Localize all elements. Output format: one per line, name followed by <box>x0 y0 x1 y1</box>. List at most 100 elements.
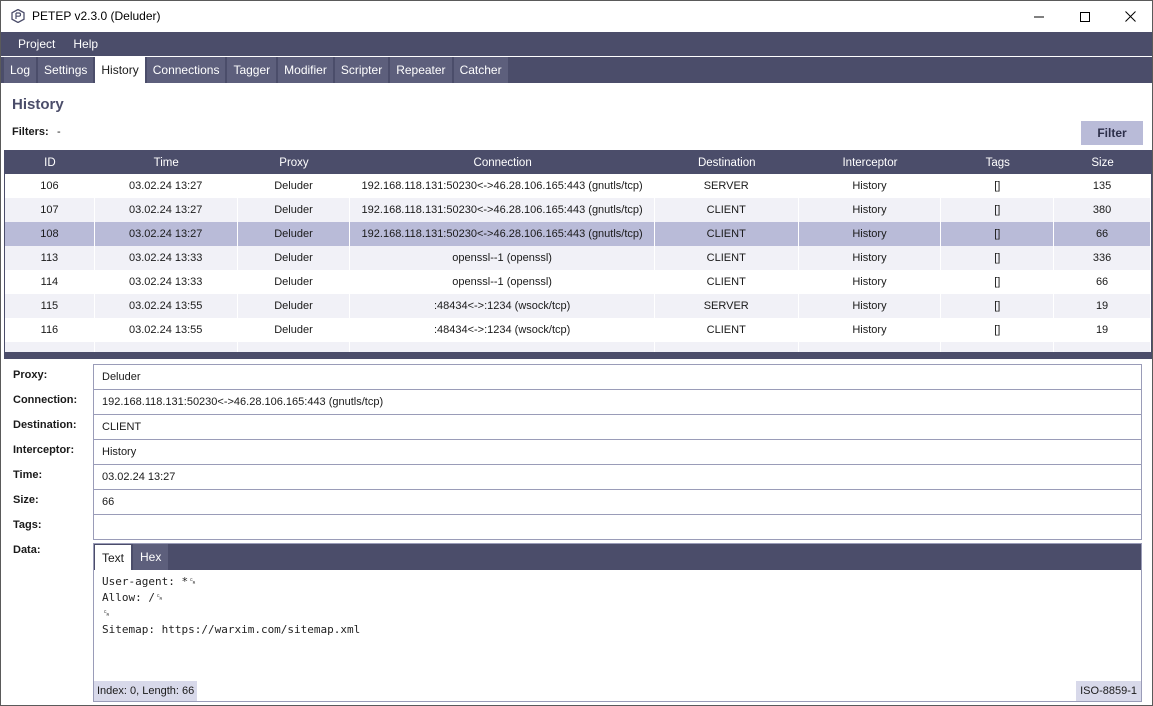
tab-catcher[interactable]: Catcher <box>453 57 508 83</box>
cell-connection: openssl--1 (openssl) <box>350 246 655 270</box>
cell-time: 03.02.24 13:33 <box>95 270 238 294</box>
cell-interceptor: History <box>799 270 942 294</box>
cell-size: 135 <box>1054 174 1151 198</box>
time-field[interactable]: 03.02.24 13:27 <box>93 464 1142 490</box>
maximize-button[interactable] <box>1062 1 1108 32</box>
cell-connection: :48434<->:1234 (wsock/tcp) <box>350 294 655 318</box>
tab-connections[interactable]: Connections <box>146 57 226 83</box>
table-header: ID Time Proxy Connection Destination Int… <box>5 151 1151 174</box>
cell-id: 113 <box>5 246 95 270</box>
column-header-time[interactable]: Time <box>95 151 238 174</box>
table-row[interactable]: 106 03.02.24 13:27 Deluder 192.168.118.131:… <box>5 174 1151 198</box>
destination-label: Destination: <box>13 419 77 431</box>
cell-connection: 192.168.118.131:50230<->46.28.106.165:44… <box>350 222 655 246</box>
cell-id: 115 <box>5 294 95 318</box>
table-scrollbar[interactable] <box>5 352 1151 358</box>
window-title: PETEP v2.3.0 (Deluder) <box>32 9 161 23</box>
destination-field[interactable]: CLIENT <box>93 414 1142 440</box>
filter-button[interactable]: Filter <box>1081 121 1143 145</box>
cell-tags: [] <box>941 174 1055 198</box>
cell-time: 03.02.24 13:55 <box>95 294 238 318</box>
table-row[interactable]: 115 03.02.24 13:55 Deluder:48434<->:1234 (… <box>5 294 1151 318</box>
column-header-connection[interactable]: Connection <box>350 151 654 174</box>
cell-proxy: Deluder <box>238 246 351 270</box>
cell-time: 03.02.24 13:27 <box>95 222 238 246</box>
size-field[interactable]: 66 <box>93 489 1142 515</box>
cell-connection: :48434<->:1234 (wsock/tcp) <box>350 318 655 342</box>
cell-proxy: Deluder <box>238 222 351 246</box>
time-label: Time: <box>13 469 43 481</box>
size-label: Size: <box>13 494 39 506</box>
cell-destination: CLIENT <box>655 222 799 246</box>
tab-scripter[interactable]: Scripter <box>334 57 389 83</box>
cell-destination: CLIENT <box>655 318 799 342</box>
main-tabs: Log Settings History Connections Tagger … <box>1 57 1152 83</box>
cell-tags: [] <box>941 198 1055 222</box>
app-logo-icon <box>11 9 25 23</box>
interceptor-label: Interceptor: <box>13 444 75 456</box>
column-header-size[interactable]: Size <box>1054 151 1151 174</box>
cell-time: 03.02.24 13:27 <box>95 198 238 222</box>
data-text-area[interactable]: User-agent: *␍ Allow: /␍ ␍ Sitemap: http… <box>94 570 1141 642</box>
cell-connection: 192.168.118.131:50230<->46.28.106.165:44… <box>350 198 655 222</box>
cell-interceptor: History <box>799 198 942 222</box>
minimize-button[interactable] <box>1016 1 1062 32</box>
table-row[interactable]: 108 03.02.24 13:27 Deluder 192.168.118.131:… <box>5 222 1151 246</box>
tab-log[interactable]: Log <box>4 57 37 83</box>
table-row[interactable]: 113 03.02.24 13:33 Deluder openssl--1 (open… <box>5 246 1151 270</box>
data-status: Index: 0, Length: 66 <box>94 681 198 701</box>
cell-connection: openssl--1 (openssl) <box>350 270 655 294</box>
history-table: ID Time Proxy Connection Destination Int… <box>4 150 1152 359</box>
cell-size: 66 <box>1054 222 1151 246</box>
tab-hex[interactable]: Hex <box>133 544 169 570</box>
cell-proxy: Deluder <box>238 174 351 198</box>
menu-help[interactable]: Help <box>64 32 107 56</box>
interceptor-field[interactable]: History <box>93 439 1142 465</box>
tab-modifier[interactable]: Modifier <box>278 57 333 83</box>
table-row[interactable]: 116 03.02.24 13:55 Deluder:48434<->:1234 (… <box>5 318 1151 342</box>
column-header-id[interactable]: ID <box>5 151 95 174</box>
charset-indicator[interactable]: ISO-8859-1 <box>1076 681 1141 701</box>
tab-history[interactable]: History <box>95 57 145 83</box>
cell-connection: 192.168.118.131:50230<->46.28.106.165:44… <box>350 174 655 198</box>
cell-time: 03.02.24 13:55 <box>95 318 238 342</box>
cell-size: 336 <box>1054 246 1151 270</box>
column-header-tags[interactable]: Tags <box>941 151 1054 174</box>
table-row[interactable]: 107 03.02.24 13:27 Deluder 192.168.118.131:… <box>5 198 1151 222</box>
menu-bar: Project Help <box>1 32 1152 56</box>
menu-project[interactable]: Project <box>9 32 64 56</box>
tab-settings[interactable]: Settings <box>38 57 94 83</box>
data-tabs: Text Hex <box>94 544 1141 570</box>
table-body: 106 03.02.24 13:27 Deluder 192.168.118.131:… <box>5 174 1151 358</box>
tab-text[interactable]: Text <box>94 544 133 570</box>
proxy-label: Proxy: <box>13 369 48 381</box>
close-button[interactable] <box>1107 1 1153 32</box>
cell-proxy: Deluder <box>238 318 351 342</box>
proxy-field[interactable]: Deluder <box>93 364 1142 390</box>
tags-field[interactable] <box>93 514 1142 540</box>
cell-tags: [] <box>941 270 1055 294</box>
connection-field[interactable]: 192.168.118.131:50230<->46.28.106.165:44… <box>93 389 1142 415</box>
cell-time: 03.02.24 13:27 <box>95 174 238 198</box>
cell-tags: [] <box>941 222 1055 246</box>
maximize-icon <box>1080 11 1090 22</box>
cell-size: 19 <box>1054 294 1151 318</box>
tab-repeater[interactable]: Repeater <box>390 57 452 83</box>
cell-size: 380 <box>1054 198 1151 222</box>
connection-label: Connection: <box>13 394 78 406</box>
column-header-interceptor[interactable]: Interceptor <box>799 151 942 174</box>
cell-interceptor: History <box>799 222 942 246</box>
cell-destination: CLIENT <box>655 246 799 270</box>
filters-label: Filters: <box>12 126 49 138</box>
cell-destination: CLIENT <box>655 198 799 222</box>
column-header-destination[interactable]: Destination <box>655 151 799 174</box>
cell-id: 108 <box>5 222 95 246</box>
cell-destination: SERVER <box>655 294 799 318</box>
tab-tagger[interactable]: Tagger <box>227 57 277 83</box>
cell-destination: CLIENT <box>655 270 799 294</box>
column-header-proxy[interactable]: Proxy <box>238 151 351 174</box>
cell-tags: [] <box>941 318 1055 342</box>
cell-interceptor: History <box>799 174 942 198</box>
tags-label: Tags: <box>13 519 42 531</box>
table-row[interactable]: 114 03.02.24 13:33 Deluder openssl--1 (open… <box>5 270 1151 294</box>
